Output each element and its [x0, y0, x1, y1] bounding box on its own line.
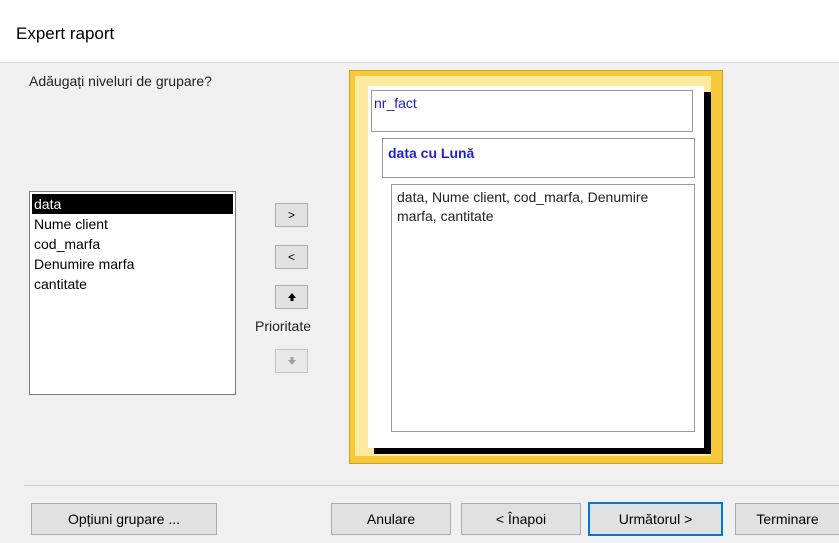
group-level-2: data cu Lună: [382, 138, 695, 178]
remove-grouping-button[interactable]: <: [275, 245, 308, 269]
detail-section: data, Nume client, cod_marfa, Denumire m…: [391, 184, 695, 432]
field-list-item[interactable]: cod_marfa: [30, 234, 235, 254]
dialog-title: Expert raport: [16, 24, 115, 43]
field-list-item[interactable]: Denumire marfa: [30, 254, 235, 274]
cancel-button[interactable]: Anulare: [331, 503, 451, 535]
priority-label: Prioritate: [255, 318, 312, 334]
add-grouping-label: >: [287, 208, 295, 222]
group-level-1-label: nr_fact: [374, 95, 417, 111]
title-bar: [0, 0, 839, 62]
add-grouping-button[interactable]: >: [275, 203, 308, 227]
field-list-item[interactable]: cantitate: [30, 274, 235, 294]
cancel-label: Anulare: [366, 511, 416, 527]
footer-separator: [24, 485, 839, 486]
finish-button[interactable]: Terminare: [735, 503, 839, 535]
field-list-item[interactable]: data: [32, 194, 233, 214]
group-level-2-label: data cu Lună: [388, 145, 475, 161]
group-level-1: nr_fact: [371, 90, 693, 132]
available-fields-list[interactable]: data Nume client cod_marfa Denumire marf…: [29, 191, 236, 395]
arrow-up-icon: [287, 293, 296, 301]
priority-down-button[interactable]: [275, 349, 308, 373]
grouping-prompt: Adăugați niveluri de grupare?: [29, 73, 212, 89]
next-button[interactable]: Următorul >: [588, 502, 723, 536]
title-divider: [0, 62, 839, 63]
field-list-item[interactable]: Nume client: [30, 214, 235, 234]
back-label: < Înapoi: [495, 511, 547, 527]
grouping-options-button[interactable]: Opțiuni grupare ...: [31, 503, 217, 535]
back-button[interactable]: < Înapoi: [461, 503, 581, 535]
remove-grouping-label: <: [287, 250, 295, 264]
grouping-options-label: Opțiuni grupare ...: [67, 511, 181, 527]
finish-label: Terminare: [756, 511, 819, 527]
next-label: Următorul >: [618, 511, 693, 527]
arrow-down-icon: [287, 357, 296, 365]
priority-up-button[interactable]: [275, 285, 308, 309]
detail-fields-text: data, Nume client, cod_marfa, Denumire m…: [397, 189, 649, 224]
